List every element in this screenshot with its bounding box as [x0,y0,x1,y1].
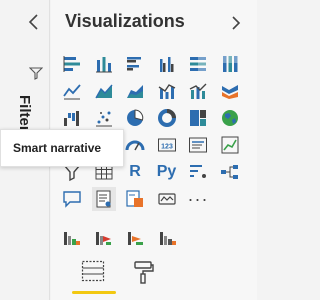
collapse-chevron-right-icon[interactable] [229,14,243,32]
donut-chart-icon[interactable] [155,106,179,130]
r-visual-icon[interactable]: R [123,160,147,184]
custom-visual-1-icon[interactable] [60,226,84,250]
line-stacked-column-icon[interactable] [186,79,210,103]
fields-tab-icon[interactable] [81,260,105,282]
100-stacked-bar-icon[interactable] [186,52,210,76]
py-label: Py [156,163,177,180]
python-visual-icon[interactable]: Py [155,160,179,184]
r-label: R [129,163,141,180]
format-paint-roller-icon[interactable] [133,260,155,284]
stacked-column-icon[interactable] [92,52,116,76]
area-chart-icon[interactable] [92,79,116,103]
active-tab-indicator [72,291,116,294]
clustered-bar-icon[interactable] [123,52,147,76]
pane-tabs [65,260,245,300]
scatter-icon[interactable] [92,106,116,130]
custom-visual-3-icon[interactable] [124,226,148,250]
filter-icon [29,67,43,80]
kpi-icon[interactable] [218,133,242,157]
more-label: ··· [187,189,209,209]
more-visuals-icon[interactable]: ··· [186,187,210,211]
key-influencers-icon[interactable] [186,160,210,184]
clustered-column-icon[interactable] [155,52,179,76]
qa-icon[interactable] [60,187,84,211]
ribbon-chart-icon[interactable] [218,79,242,103]
map-icon[interactable] [218,106,242,130]
gauge-icon[interactable] [123,133,147,157]
treemap-icon[interactable] [186,106,210,130]
pie-chart-icon[interactable] [123,106,147,130]
custom-visuals-row [60,226,180,250]
line-chart-icon[interactable] [60,79,84,103]
decomposition-tree-icon[interactable] [218,160,242,184]
expand-chevron-left-icon[interactable] [26,12,42,32]
pane-title: Visualizations [65,11,185,31]
100-stacked-column-icon[interactable] [218,52,242,76]
custom-visual-4-icon[interactable] [156,226,180,250]
tooltip-text: Smart narrative [13,141,102,155]
card-icon[interactable]: 123 [155,133,179,157]
paginated-report-icon[interactable] [123,187,147,211]
stacked-area-icon[interactable] [123,79,147,103]
waterfall-icon[interactable] [60,106,84,130]
custom-visual-2-icon[interactable] [92,226,116,250]
card-value: 123 [161,144,173,151]
stacked-bar-icon[interactable] [60,52,84,76]
power-apps-icon[interactable] [155,187,179,211]
line-clustered-column-icon[interactable] [155,79,179,103]
tooltip: Smart narrative [0,129,124,167]
smart-narrative-icon[interactable] [91,187,116,211]
multi-row-card-icon[interactable] [186,133,210,157]
